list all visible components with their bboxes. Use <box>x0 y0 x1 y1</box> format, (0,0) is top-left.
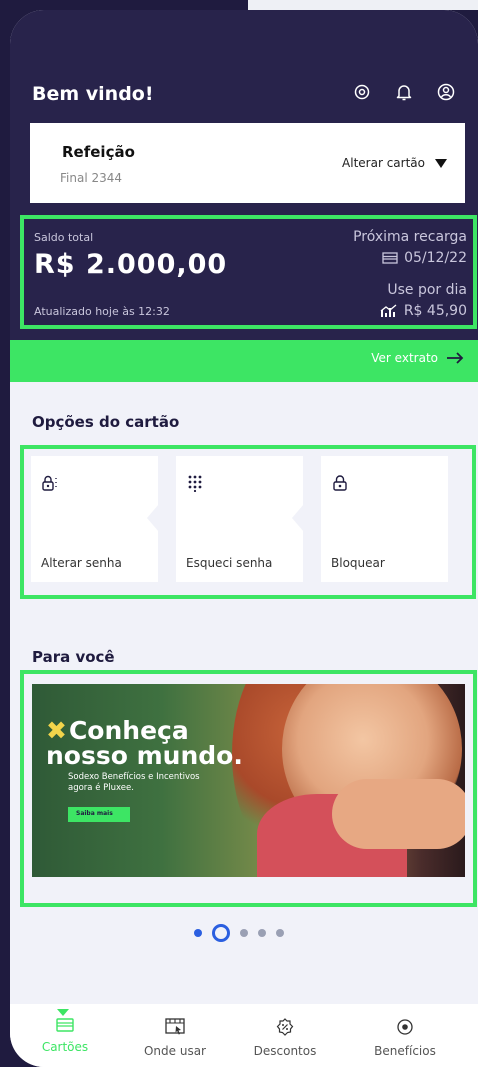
nav-label: Benefícios <box>374 1044 436 1058</box>
card-final: Final 2344 <box>60 171 123 185</box>
nav-cartoes[interactable]: Cartões <box>10 1009 120 1054</box>
card-options-panel: Alterar senha Esqueci senha Bloquear <box>20 445 476 599</box>
ver-extrato-label: Ver extrato <box>371 351 438 365</box>
use-per-day: R$ 45,90 <box>380 303 467 319</box>
lock-icon <box>333 475 347 491</box>
option-notch <box>147 504 159 532</box>
carousel-dot[interactable] <box>194 929 202 937</box>
next-recharge-date: 05/12/22 <box>404 250 467 266</box>
carousel-dot[interactable] <box>240 929 248 937</box>
banner-button[interactable]: Saiba mais <box>68 807 130 822</box>
option-esqueci-senha[interactable]: Esqueci senha <box>176 456 304 582</box>
option-bloquear[interactable]: Bloquear <box>321 456 448 582</box>
nav-descontos[interactable]: Descontos <box>230 1018 340 1058</box>
eye-icon[interactable] <box>352 82 372 102</box>
nav-onde-usar[interactable]: Onde usar <box>120 1018 230 1058</box>
bottom-nav: Cartões Onde usar Descontos Benefícios <box>10 1004 478 1067</box>
star-circle-icon <box>397 1019 413 1035</box>
banner-subtitle: Sodexo Benefícios e Incentivos agora é P… <box>68 772 200 794</box>
carousel-dot[interactable] <box>276 929 284 937</box>
arrow-right-icon <box>447 352 464 364</box>
card-name: Refeição <box>62 143 135 161</box>
card-options-title: Opções do cartão <box>32 413 180 431</box>
card-selector[interactable]: Refeição Final 2344 Alterar cartão <box>30 123 465 203</box>
carousel-dot[interactable] <box>258 929 266 937</box>
balance-updated: Atualizado hoje às 12:32 <box>34 305 170 318</box>
map-icon <box>165 1018 185 1035</box>
option-label: Alterar senha <box>41 556 122 570</box>
option-notch <box>292 504 304 532</box>
banner-title-line2: nosso mundo. <box>46 741 243 770</box>
next-recharge-label: Próxima recarga <box>353 229 467 245</box>
use-per-day-value: R$ 45,90 <box>403 303 467 319</box>
card-small-icon <box>382 252 398 264</box>
lock-key-icon <box>42 475 57 491</box>
change-card-button[interactable]: Alterar cartão <box>342 156 447 170</box>
card-icon <box>56 1018 74 1032</box>
banner-subtitle-line1: Sodexo Benefícios e Incentivos <box>68 772 200 782</box>
ver-extrato-link[interactable]: Ver extrato <box>371 351 464 365</box>
background-strip <box>248 0 478 10</box>
banner-photo-arm <box>332 779 465 849</box>
header-icons <box>352 82 456 102</box>
balance-amount: R$ 2.000,00 <box>34 249 228 280</box>
bell-icon[interactable] <box>394 82 414 102</box>
extrato-bar[interactable]: Ver extrato <box>10 340 478 382</box>
promo-banner[interactable]: ✖Conheça nosso mundo. Sodexo Benefícios … <box>32 684 465 877</box>
nav-label: Cartões <box>41 1040 89 1054</box>
nav-label: Onde usar <box>143 1044 206 1058</box>
banner-subtitle-line2: agora é Pluxee. <box>68 783 134 793</box>
balance-panel: Saldo total R$ 2.000,00 Atualizado hoje … <box>20 215 477 329</box>
nav-active-indicator <box>57 1009 69 1016</box>
banner-frame: ✖Conheça nosso mundo. Sodexo Benefícios … <box>20 670 477 907</box>
profile-icon[interactable] <box>436 82 456 102</box>
option-label: Esqueci senha <box>186 556 273 570</box>
banner-title: ✖Conheça nosso mundo. <box>46 718 243 768</box>
carousel-dots <box>194 924 284 942</box>
for-you-title: Para você <box>32 648 115 666</box>
use-per-day-label: Use por dia <box>387 282 467 298</box>
nav-beneficios[interactable]: Benefícios <box>350 1018 460 1058</box>
carousel-dot-active[interactable] <box>212 924 230 942</box>
dropdown-triangle-icon <box>435 158 447 168</box>
app-screen: Bem vindo! Refeição Final 2344 Alterar c… <box>10 10 478 1067</box>
keypad-icon <box>188 475 202 492</box>
next-recharge: 05/12/22 <box>382 250 467 266</box>
chart-icon <box>380 304 397 317</box>
option-label: Bloquear <box>331 556 385 570</box>
option-alterar-senha[interactable]: Alterar senha <box>31 456 159 582</box>
balance-label: Saldo total <box>34 231 94 244</box>
change-card-label: Alterar cartão <box>342 156 425 170</box>
greeting: Bem vindo! <box>32 83 154 105</box>
discount-icon <box>276 1018 294 1036</box>
nav-label: Descontos <box>253 1044 317 1058</box>
